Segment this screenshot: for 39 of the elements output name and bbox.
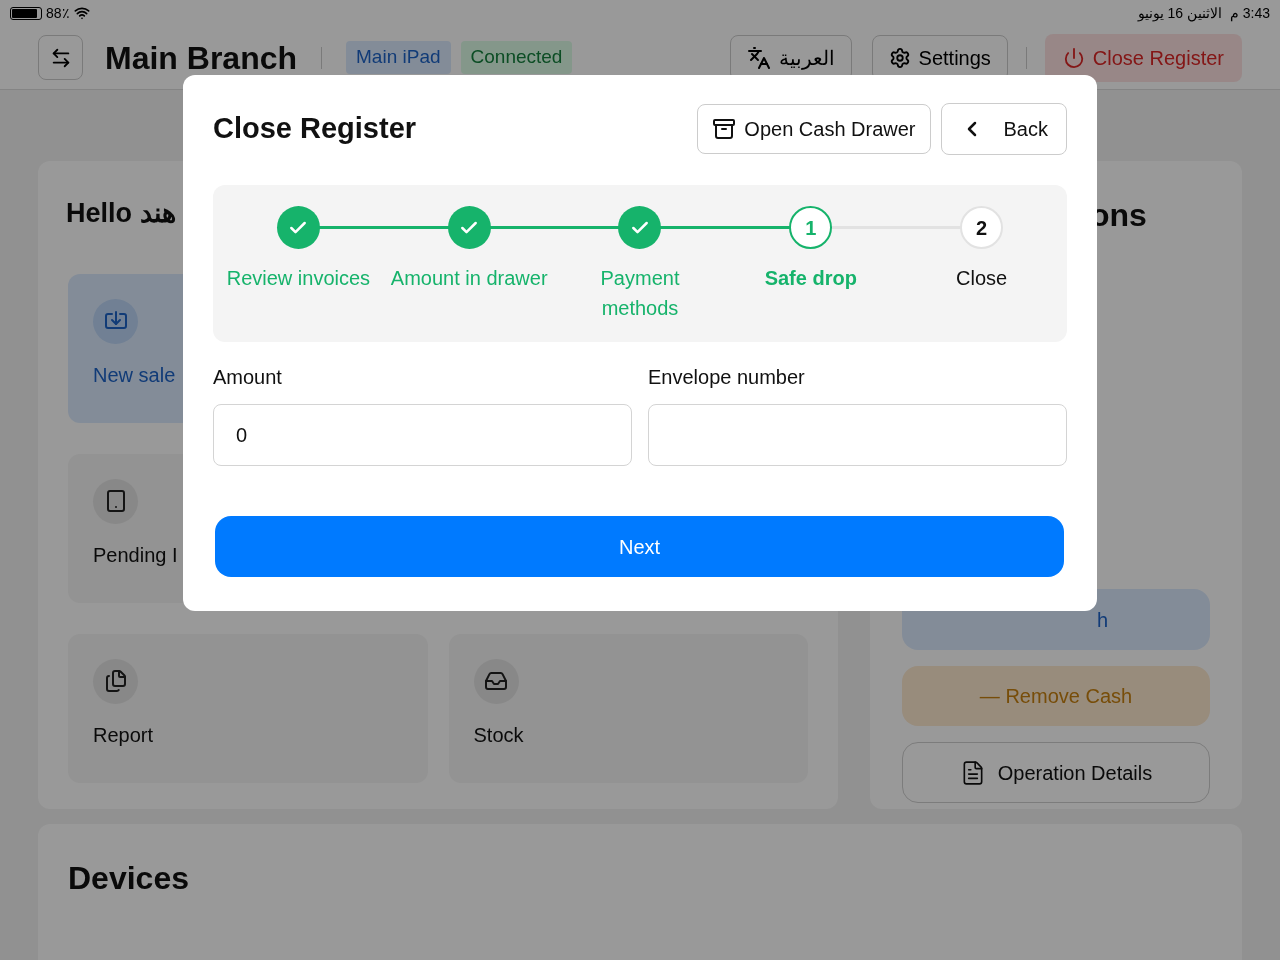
tile-label: Report [93,722,154,748]
open-cash-drawer-button[interactable]: Open Cash Drawer [697,104,931,154]
action-tile[interactable]: Report [68,633,428,783]
action-tile[interactable]: Stock [448,633,808,783]
greeting: Hello هند [66,197,176,230]
next-button[interactable]: Next [215,516,1064,577]
step-number: 2 [960,206,1004,249]
power-icon [1062,46,1085,69]
step-label: Review invoices [226,266,371,291]
status-badge: Connected [460,41,573,74]
card-title: Devices [68,860,189,896]
tile-label: Pending I [93,542,178,568]
page-title: Main Branch [105,41,298,74]
switch-branch-button[interactable] [38,35,83,80]
step-label: Amount in drawer [390,266,548,291]
tablet-icon [93,478,138,524]
field-label: Amount [213,365,283,390]
step-label: Payment methods [599,266,681,321]
battery-level: 88٪ [46,3,70,23]
tile-label: New sale [93,362,176,388]
step-label: Safe drop [764,266,857,291]
step-number: 1 [789,206,833,249]
dialog-title: Close Register [213,111,417,147]
operation-details-button[interactable]: Operation Details [902,742,1210,803]
settings-icon [888,46,911,69]
clock: 3:43 م [1229,3,1270,24]
step-label: Close [956,266,1008,291]
date: الاثنين 16 يونيو [1137,3,1222,24]
status-badge: Main iPad [346,41,451,74]
download-icon [93,298,138,344]
battery-icon [10,6,42,20]
drawer-icon [712,117,737,141]
back-button[interactable]: Back [940,103,1067,155]
translate-icon [746,45,771,70]
wifi-icon [73,5,90,21]
tile-label: Stock [473,722,524,748]
documents-icon [93,658,138,704]
input-field[interactable]: 0 [213,404,632,466]
field-label: Envelope number [648,365,806,390]
